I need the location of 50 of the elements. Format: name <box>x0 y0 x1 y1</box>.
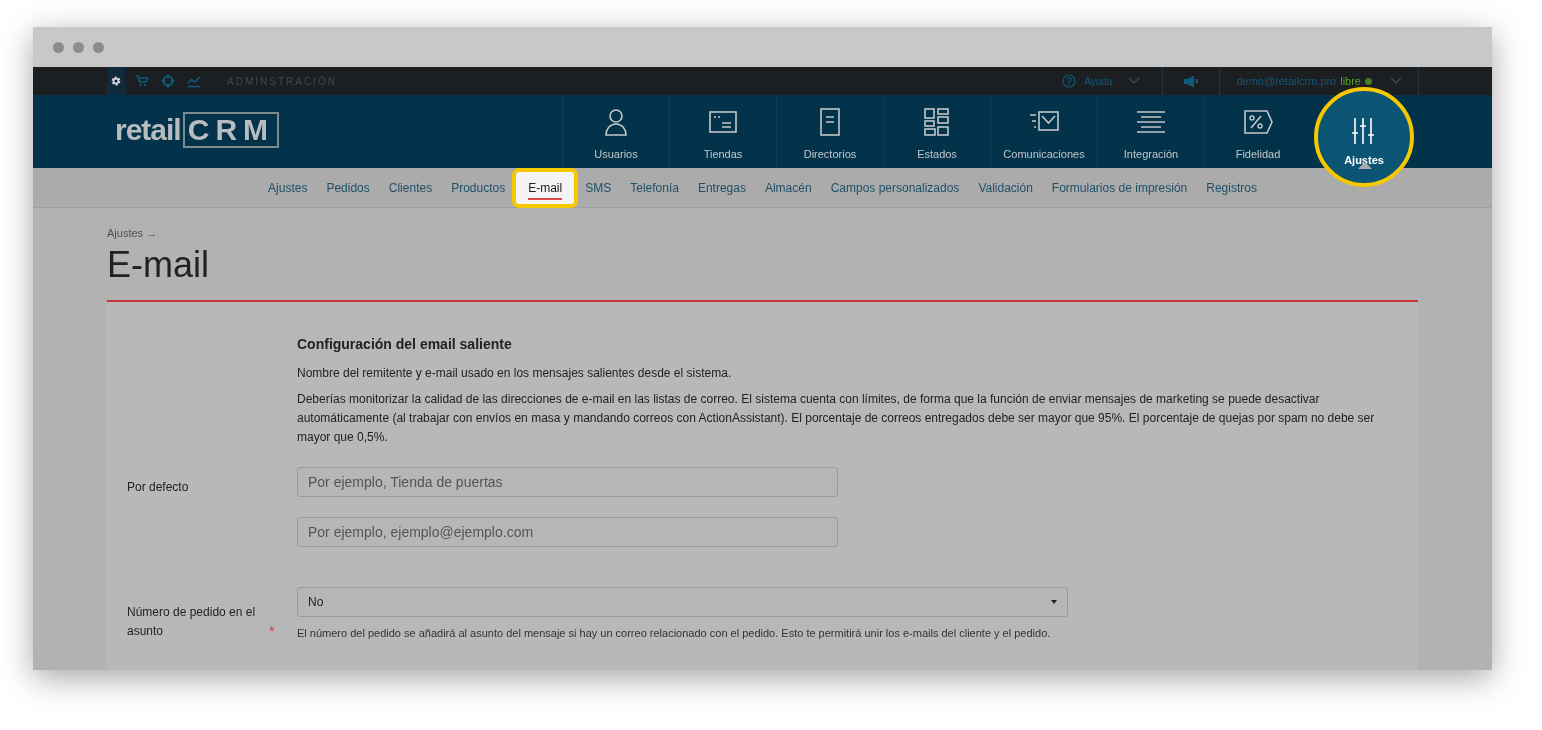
gear-icon <box>109 74 123 88</box>
help-text: El número del pedido se añadirá al asunto del mensaje si hay un correo relacionado con el pedido. Esto te permitirá unir los e-mails del cliente y el pedido. <box>297 625 1052 641</box>
settings-tab[interactable]: E-mail <box>512 167 579 208</box>
chevron-down-icon[interactable] <box>1128 77 1141 85</box>
settings-tab[interactable]: Telefonía <box>630 178 679 197</box>
select-dropdown[interactable]: No <box>297 586 1068 617</box>
nav-tab[interactable]: Estados <box>884 95 990 168</box>
nav-tab[interactable]: Usuarios <box>563 95 669 168</box>
logo[interactable]: retail CRM <box>115 107 280 152</box>
plan-label: libre <box>1340 73 1361 89</box>
settings-tab[interactable]: Campos personalizados <box>830 178 960 197</box>
required-marker: * <box>269 622 275 641</box>
help-icon[interactable] <box>1062 74 1077 88</box>
settings-tab[interactable]: Registros <box>1206 178 1257 197</box>
section-heading: Configuración del email saliente <box>297 334 513 354</box>
settings-tab[interactable]: Formularios de impresión <box>1051 178 1188 197</box>
caret-icon <box>1051 599 1057 604</box>
active-underline <box>528 197 563 200</box>
settings-tab[interactable]: Entregas <box>697 178 746 197</box>
help-link[interactable]: Ayuda <box>1084 73 1113 89</box>
grid-icon <box>922 106 952 137</box>
cart-icon <box>135 74 149 88</box>
line-chart-icon <box>187 74 201 88</box>
settings-tab[interactable]: SMS <box>585 178 612 197</box>
crosshair-icon <box>161 74 175 88</box>
settings-tab[interactable]: Validación <box>978 178 1033 197</box>
megaphone-icon[interactable] <box>1183 74 1200 88</box>
breadcrumb-link[interactable]: Ajustes → <box>107 225 158 242</box>
field-label: Por defecto <box>127 478 189 496</box>
page-title: E-mail <box>107 242 209 287</box>
nav-tab[interactable]: Directorios <box>777 95 883 168</box>
chevron-down-icon[interactable] <box>1390 77 1402 85</box>
notice-text: Deberías monitorizar la calidad de las direcciones de e-mail en las listas de correo. El sistema cuenta con límites, de forma que la función de enviar mensajes de marketing se puede desactivar automáticamente (al trabajar con envíos en masa y mandando correos con ActionAssistant). El porcentaje de correos entregados debe ser mayor que 95%. El porcentaje de quejas por spam no debe ser mayor que 0,5%. <box>297 390 1376 446</box>
nav-tab[interactable]: Integración <box>1098 95 1204 168</box>
nav-tab[interactable]: Fidelidad <box>1205 95 1311 168</box>
input-field[interactable]: Por ejemplo, Tienda de puertas <box>297 466 838 497</box>
section-tab[interactable] <box>107 67 125 95</box>
logo-text: retail <box>115 112 181 148</box>
nav-tab[interactable]: Tiendas <box>670 95 776 168</box>
settings-tab[interactable]: Almacén <box>764 178 812 197</box>
field-label: Número de pedido en el asunto <box>127 604 257 640</box>
settings-tab[interactable]: Pedidos <box>326 178 370 197</box>
settings-tab[interactable]: Clientes <box>388 178 433 197</box>
user-email[interactable]: demo@retailcrm.pro <box>1236 72 1337 90</box>
settings-tab[interactable]: Ajustes <box>268 178 308 197</box>
logo-mark: CRM <box>182 111 280 148</box>
settings-tab[interactable]: Productos <box>451 178 506 197</box>
input-field[interactable]: Por ejemplo, ejemplo@ejemplo.com <box>297 516 838 547</box>
nav-tab[interactable]: Comunicaciones <box>991 95 1097 168</box>
section-description: Nombre del remitente y e-mail usado en los mensajes salientes desde el sistema. <box>297 364 733 382</box>
